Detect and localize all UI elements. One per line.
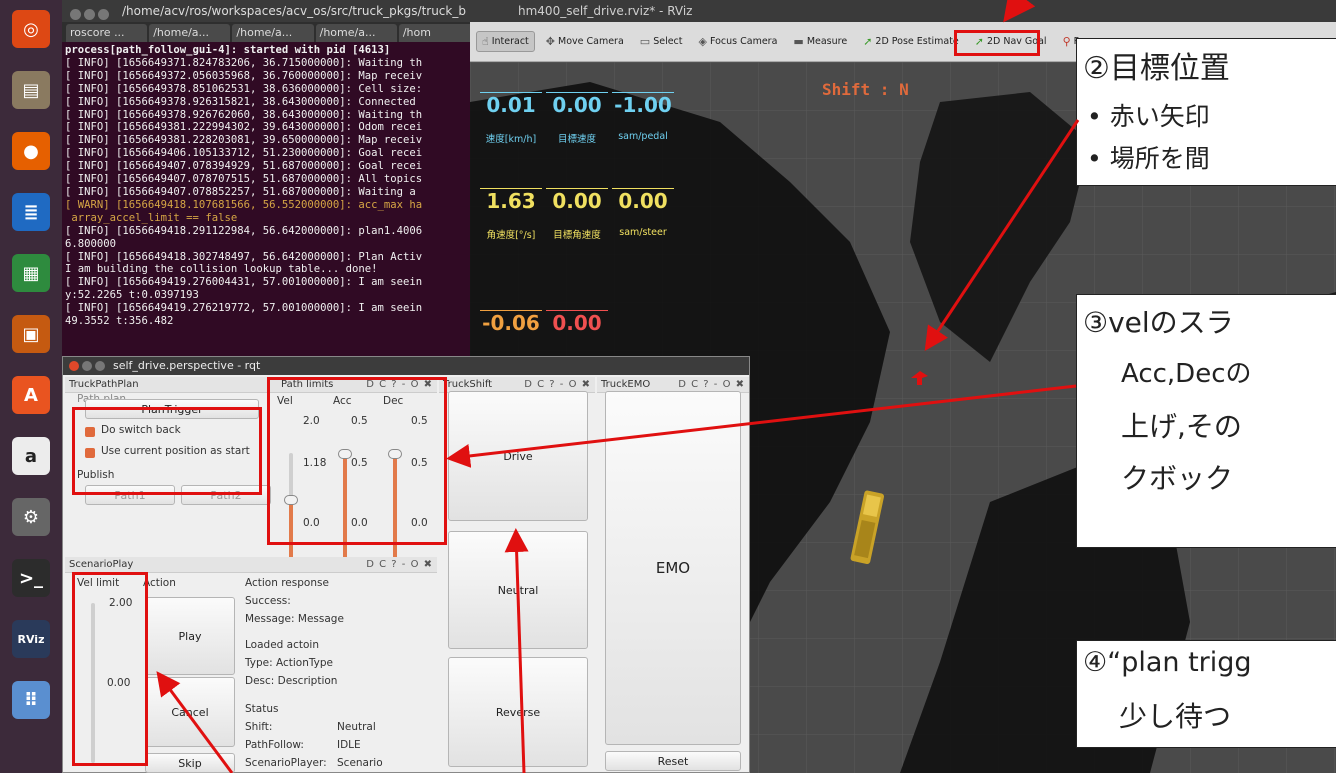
arrow-to-goal-marker: [924, 119, 1080, 351]
screenshot-root: ◎ ▤ ● ≣ ▦ ▣ Aa ⚙ >_ RViz ⠿ /home/acv/ros/workspace…: [0, 0, 1336, 773]
arrow-to-drive: [504, 528, 529, 773]
arrow-to-nav-goal: [1003, 0, 1036, 23]
arrow-to-path-limits: [446, 384, 1077, 468]
annotation-arrows: [156, 0, 1080, 773]
arrow-to-vel-limit: [156, 671, 234, 773]
